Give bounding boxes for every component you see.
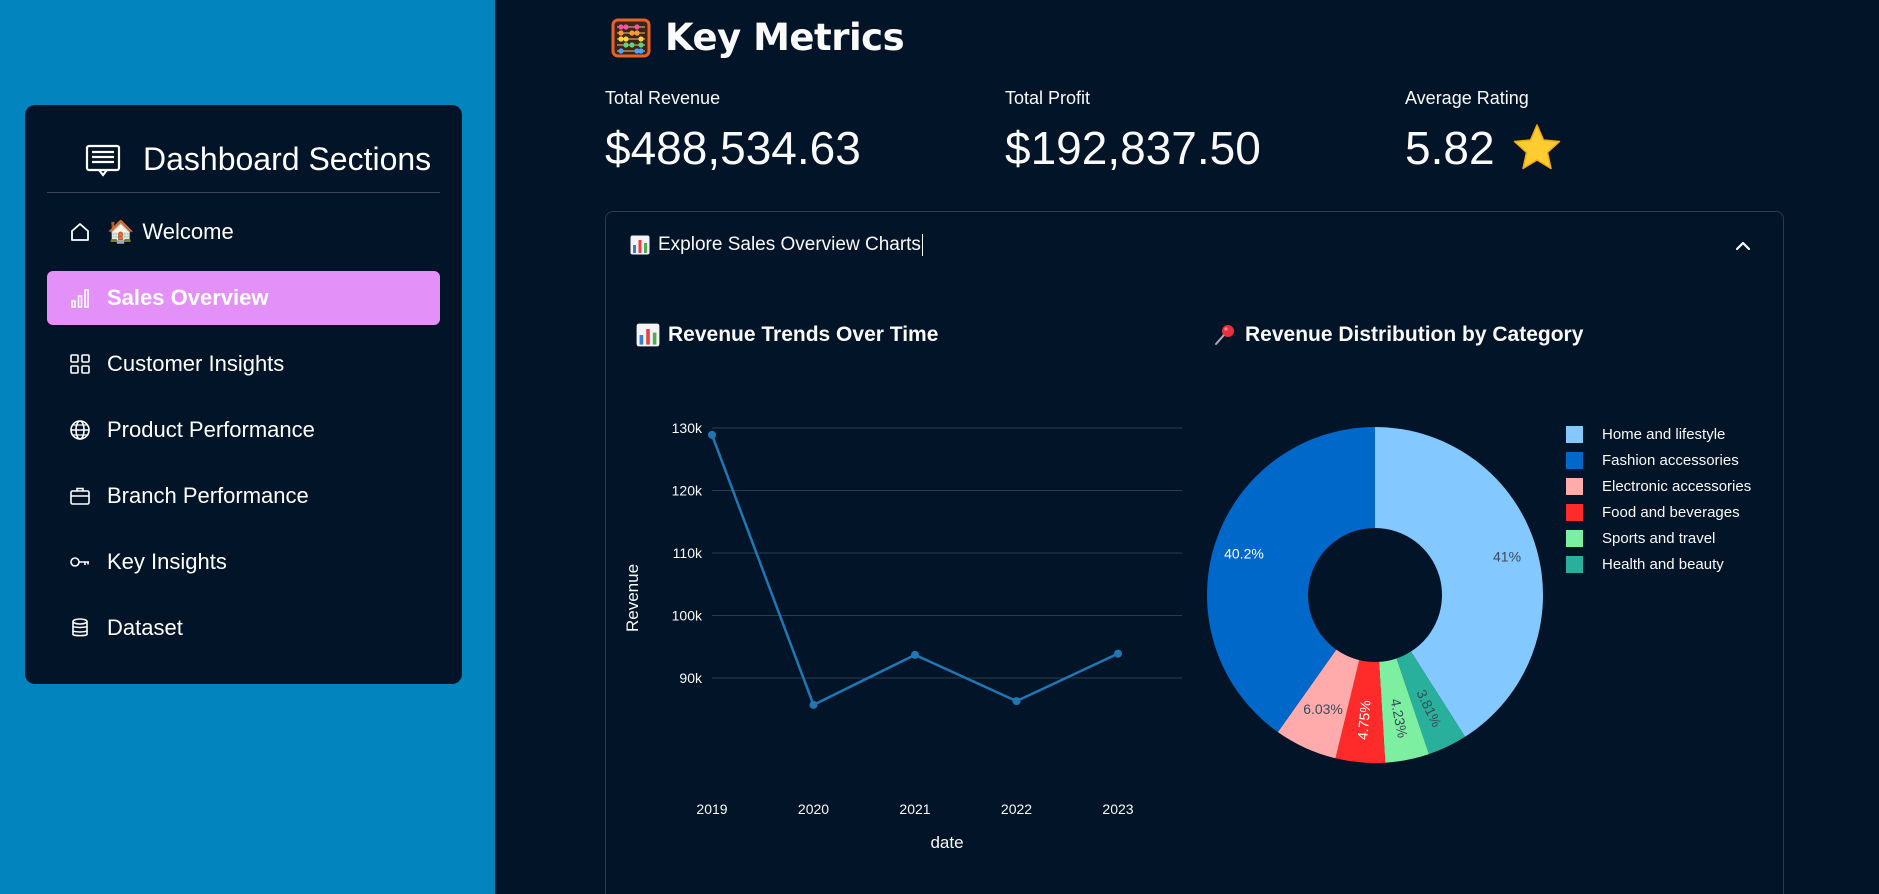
sidebar-item-label: Key Insights <box>107 549 227 574</box>
data-point <box>1012 697 1021 706</box>
legend-swatch <box>1566 503 1583 521</box>
home-icon <box>67 219 93 245</box>
metric-value-row: 5.82 <box>1405 121 1563 175</box>
line-chart-title-text: Revenue Trends Over Time <box>668 323 939 346</box>
key-icon <box>67 549 93 575</box>
x-tick-label: 2020 <box>798 801 829 817</box>
text-cursor <box>921 234 923 256</box>
bar-chart-emoji-icon <box>636 323 660 347</box>
expander-header[interactable]: Explore Sales Overview Charts <box>630 234 923 256</box>
data-point <box>1114 649 1122 658</box>
data-point <box>809 700 818 709</box>
slice-label: 41% <box>1493 549 1521 565</box>
chevron-up-icon[interactable] <box>1731 234 1755 258</box>
slice-label: 40.2% <box>1224 545 1264 561</box>
legend-item[interactable]: Fashion accessories <box>1566 447 1751 473</box>
legend-swatch <box>1566 451 1583 469</box>
sidebar-item-label: Sales Overview <box>107 285 269 310</box>
legend-label: Health and beauty <box>1602 555 1724 573</box>
revenue-donut-chart: 41%3.81%4.23%4.75%6.03%40.2% <box>1207 427 1543 763</box>
page-title-text: Key Metrics <box>665 16 905 59</box>
legend-item[interactable]: Electronic accessories <box>1566 473 1751 499</box>
metric-value: 5.82 <box>1405 122 1495 174</box>
metric-value: $488,534.63 <box>605 122 861 174</box>
metric-label: Average Rating <box>1405 88 1529 108</box>
metric-total-profit: Total Profit $192,837.50 <box>1005 88 1261 175</box>
nav-card: Dashboard Sections 🏠 Welcome Sales Overv… <box>25 105 462 684</box>
data-point <box>911 650 919 659</box>
sidebar-item-sales-overview[interactable]: Sales Overview <box>47 271 440 325</box>
sidebar-item-label: Dataset <box>107 615 183 640</box>
page-title: Key Metrics <box>611 16 905 59</box>
line-chart-title: Revenue Trends Over Time <box>636 323 938 347</box>
sidebar-item-welcome[interactable]: 🏠 Welcome <box>47 205 440 259</box>
revenue-line-chart: 90k 100k 110k 120k 130k 2019 2020 2021 2022 2023 d… <box>623 420 1182 852</box>
y-axis-label: Revenue <box>623 564 642 632</box>
metric-average-rating: Average Rating 5.82 <box>1405 88 1563 175</box>
y-tick-label: 130k <box>672 420 703 436</box>
pie-chart-title-text: Revenue Distribution by Category <box>1245 323 1584 346</box>
x-tick-label: 2021 <box>899 801 930 817</box>
pie-chart-title: Revenue Distribution by Category <box>1213 323 1583 347</box>
metric-label: Total Profit <box>1005 88 1091 108</box>
sidebar-item-dataset[interactable]: Dataset <box>47 601 440 655</box>
metric-value: $192,837.50 <box>1005 122 1261 174</box>
sidebar-item-emoji: 🏠 <box>107 219 135 244</box>
y-tick-label: 90k <box>679 670 703 686</box>
sidebar-item-label: Product Performance <box>107 417 315 442</box>
legend-label: Food and beverages <box>1602 503 1740 521</box>
pie-legend: Home and lifestyle Fashion accessories E… <box>1566 421 1751 577</box>
menu-list-icon <box>85 144 121 177</box>
legend-label: Fashion accessories <box>1602 451 1739 469</box>
legend-swatch <box>1566 555 1583 573</box>
legend-label: Electronic accessories <box>1602 477 1752 495</box>
legend-swatch <box>1566 425 1583 443</box>
legend-swatch <box>1566 529 1583 547</box>
database-icon <box>67 615 93 641</box>
sidebar-item-customer-insights[interactable]: Customer Insights <box>47 337 440 391</box>
slice-label: 6.03% <box>1303 701 1343 717</box>
metric-total-revenue: Total Revenue $488,534.63 <box>605 88 861 175</box>
abacus-icon <box>611 18 651 57</box>
legend-label: Sports and travel <box>1602 529 1716 547</box>
star-icon <box>1513 124 1560 170</box>
nav-title: Dashboard Sections <box>143 141 432 177</box>
bar-chart-icon <box>67 285 93 311</box>
y-tick-label: 110k <box>673 545 703 561</box>
nav-header: Dashboard Sections <box>47 127 440 193</box>
expander-label: Explore Sales Overview Charts <box>658 234 921 255</box>
grid-icon <box>67 351 93 377</box>
briefcase-icon <box>67 483 93 509</box>
legend-item[interactable]: Food and beverages <box>1566 499 1751 525</box>
x-axis-label: date <box>930 833 963 852</box>
sidebar-item-label: Customer Insights <box>107 351 285 376</box>
metric-label: Total Revenue <box>605 88 721 108</box>
series-line <box>710 434 1119 707</box>
x-tick-label: 2023 <box>1102 801 1133 817</box>
sidebar-item-product-performance[interactable]: Product Performance <box>47 403 440 457</box>
legend-swatch <box>1566 477 1583 495</box>
sidebar-item-label: Branch Performance <box>107 483 309 508</box>
legend-item[interactable]: Home and lifestyle <box>1566 421 1751 447</box>
globe-icon <box>67 417 93 443</box>
y-tick-label: 120k <box>672 483 703 499</box>
pushpin-icon <box>1215 325 1234 345</box>
sidebar-item-key-insights[interactable]: Key Insights <box>47 535 440 589</box>
main-content: Key Metrics Total Revenue $488,534.63 To… <box>495 0 1879 894</box>
legend-item[interactable]: Sports and travel <box>1566 525 1751 551</box>
sidebar: Dashboard Sections 🏠 Welcome Sales Overv… <box>0 0 495 894</box>
bar-chart-emoji-icon <box>630 235 650 255</box>
nav-list: 🏠 Welcome Sales Overview Customer Insigh… <box>47 205 440 667</box>
x-tick-label: 2022 <box>1001 801 1032 817</box>
sidebar-item-label: Welcome <box>142 219 234 244</box>
x-tick-label: 2019 <box>696 801 727 817</box>
legend-item[interactable]: Health and beauty <box>1566 551 1751 577</box>
legend-label: Home and lifestyle <box>1602 425 1726 443</box>
data-point <box>708 430 716 439</box>
y-tick-label: 100k <box>672 608 703 624</box>
sidebar-item-branch-performance[interactable]: Branch Performance <box>47 469 440 523</box>
